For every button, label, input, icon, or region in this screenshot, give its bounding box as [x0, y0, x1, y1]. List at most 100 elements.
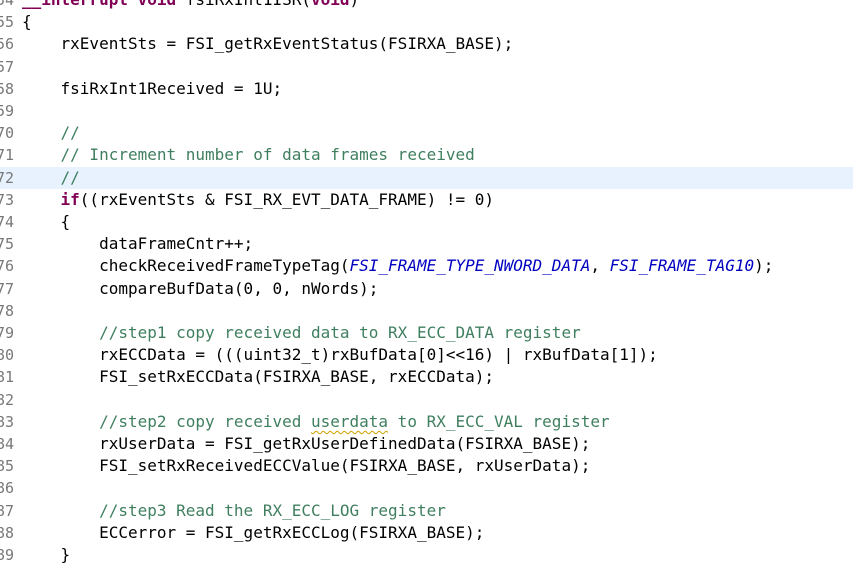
code-token: ((rxEventSts & FSI_RX_EVT_DATA_FRAME) !=…	[79, 189, 495, 209]
code-line[interactable]: 73 if((rxEventSts & FSI_RX_EVT_DATA_FRAM…	[0, 189, 853, 211]
comment-token: to RX_ECC_VAL register	[388, 411, 610, 431]
code-line[interactable]: 80 rxECCData = (((uint32_t)rxBufData[0]<…	[0, 344, 853, 366]
code-text: {	[22, 11, 32, 33]
code-line[interactable]: 56 rxEventSts = FSI_getRxEventStatus(FSI…	[0, 33, 853, 55]
code-text: //	[22, 122, 80, 144]
code-text: //step1 copy received data to RX_ECC_DAT…	[22, 322, 581, 344]
code-line[interactable]: 85 FSI_setRxReceivedECCValue(FSIRXA_BASE…	[0, 455, 853, 477]
code-text: //step2 copy received userdata to RX_ECC…	[22, 411, 610, 433]
line-number: 85	[0, 457, 15, 476]
macro-token: FSI_FRAME_TYPE_NWORD_DATA	[349, 256, 591, 276]
comment-token: //step3 Read the RX_ECC_LOG register	[22, 500, 446, 520]
code-text: // Increment number of data frames recei…	[22, 144, 475, 166]
code-token: }	[22, 545, 71, 563]
code-editor[interactable]: 54 __interrupt void fsiRxInt1ISR(void) 55 {…	[0, 0, 853, 563]
line-number: 80	[0, 346, 15, 365]
code-text: {	[22, 211, 71, 233]
line-number: 59	[0, 102, 15, 120]
line-number: 89	[0, 546, 15, 563]
code-line[interactable]: 84 rxUserData = FSI_getRxUserDefinedData…	[0, 433, 853, 455]
code-token: fsiRxInt1ISR(	[176, 0, 311, 9]
code-token: );	[754, 256, 774, 276]
code-token: rxECCData = (((uint32_t)rxBufData[0]<<16…	[22, 345, 658, 365]
code-line[interactable]: 71 // Increment number of data frames re…	[0, 144, 853, 166]
code-line[interactable]: 75 dataFrameCntr++;	[0, 233, 853, 255]
keyword-token: __interrupt	[22, 0, 138, 9]
line-number: 55	[0, 13, 15, 32]
macro-token: FSI_FRAME_TAG10	[609, 256, 755, 276]
code-line[interactable]: 55 {	[0, 11, 853, 33]
code-token: ECCerror = FSI_getRxECCLog(FSIRXA_BASE);	[22, 522, 485, 542]
code-token: {	[22, 12, 32, 32]
code-line[interactable]: 77 compareBufData(0, 0, nWords);	[0, 278, 853, 300]
code-token: checkReceivedFrameTypeTag(	[22, 256, 350, 276]
code-line[interactable]: 82	[0, 389, 853, 411]
line-number: 83	[0, 412, 15, 431]
code-line[interactable]: 57	[0, 56, 853, 78]
code-token: rxUserData = FSI_getRxUserDefinedData(FS…	[22, 434, 591, 453]
code-line[interactable]: 89 }	[0, 544, 853, 563]
line-number: 57	[0, 57, 15, 76]
code-line[interactable]: 79 //step1 copy received data to RX_ECC_…	[0, 322, 853, 344]
code-token: FSI_setRxECCData(FSIRXA_BASE, rxECCData)…	[22, 367, 495, 387]
code-token: dataFrameCntr++;	[22, 234, 254, 254]
code-text: rxECCData = (((uint32_t)rxBufData[0]<<16…	[22, 344, 658, 366]
line-number: 74	[0, 213, 15, 231]
line-number: 75	[0, 235, 15, 254]
code-line[interactable]: 70 //	[0, 122, 853, 144]
line-number: 71	[0, 146, 15, 165]
line-number: 84	[0, 435, 15, 453]
line-number: 81	[0, 368, 15, 387]
code-line[interactable]: 86	[0, 477, 853, 499]
code-text: dataFrameCntr++;	[22, 233, 253, 255]
line-number: 58	[0, 79, 15, 98]
code-text: checkReceivedFrameTypeTag(FSI_FRAME_TYPE…	[22, 255, 773, 277]
code-text: FSI_setRxECCData(FSIRXA_BASE, rxECCData)…	[22, 366, 494, 388]
code-text: //step3 Read the RX_ECC_LOG register	[22, 500, 446, 522]
code-text: fsiRxInt1Received = 1U;	[22, 78, 283, 100]
line-number: 88	[0, 523, 15, 542]
line-number: 70	[0, 124, 15, 143]
line-number: 82	[0, 390, 15, 409]
code-line[interactable]: 88 ECCerror = FSI_getRxECCLog(FSIRXA_BAS…	[0, 522, 853, 544]
code-text: __interrupt void fsiRxInt1ISR(void)	[22, 0, 359, 11]
comment-token: //	[22, 123, 80, 143]
line-number: 87	[0, 501, 15, 520]
line-number: 78	[0, 301, 15, 320]
code-token: rxEventSts = FSI_getRxEventStatus(FSIRXA…	[22, 34, 514, 54]
code-text: rxUserData = FSI_getRxUserDefinedData(FS…	[22, 433, 590, 455]
comment-token: //step1 copy received data to RX_ECC_DAT…	[22, 323, 581, 342]
code-token: compareBufData(0, 0, nWords);	[22, 278, 379, 298]
line-number: 56	[0, 35, 15, 54]
code-line[interactable]: 58 fsiRxInt1Received = 1U;	[0, 78, 853, 100]
keyword-token: if	[60, 189, 80, 209]
code-line[interactable]: 78	[0, 300, 853, 322]
line-number: 77	[0, 279, 15, 298]
code-token: FSI_setRxReceivedECCValue(FSIRXA_BASE, r…	[22, 456, 591, 476]
code-line[interactable]: 81 FSI_setRxECCData(FSIRXA_BASE, rxECCDa…	[0, 366, 853, 388]
code-line[interactable]: 74 {	[0, 211, 853, 233]
keyword-token: void	[311, 0, 350, 9]
code-line[interactable]: 87 //step3 Read the RX_ECC_LOG register	[0, 500, 853, 522]
code-text: rxEventSts = FSI_getRxEventStatus(FSIRXA…	[22, 33, 514, 55]
code-line[interactable]: 76 checkReceivedFrameTypeTag(FSI_FRAME_T…	[0, 255, 853, 277]
code-token: fsiRxInt1Received = 1U;	[22, 78, 283, 98]
code-line[interactable]: 59	[0, 100, 853, 122]
comment-token: userdata	[310, 411, 389, 431]
code-token: ,	[590, 256, 610, 276]
line-number: 72	[0, 168, 15, 187]
code-token: )	[350, 0, 360, 9]
code-text: ECCerror = FSI_getRxECCLog(FSIRXA_BASE);	[22, 522, 484, 544]
line-number: 79	[0, 324, 15, 342]
code-line[interactable]: 83 //step2 copy received userdata to RX_…	[0, 411, 853, 433]
code-text: }	[22, 544, 71, 563]
code-text: compareBufData(0, 0, nWords);	[22, 278, 378, 300]
code-line[interactable]: 72 //	[0, 166, 853, 189]
comment-token: // Increment number of data frames recei…	[22, 145, 475, 165]
comment-token: //step2 copy received	[22, 411, 311, 431]
line-number: 86	[0, 479, 15, 498]
code-token: {	[22, 212, 71, 231]
code-line[interactable]: 54 __interrupt void fsiRxInt1ISR(void)	[0, 0, 853, 11]
code-text: FSI_setRxReceivedECCValue(FSIRXA_BASE, r…	[22, 455, 590, 477]
